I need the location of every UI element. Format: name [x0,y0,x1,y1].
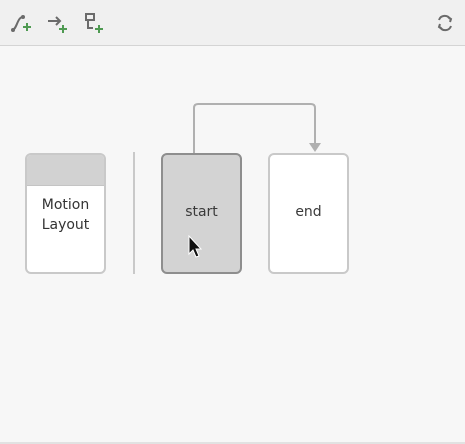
constraint-set-end[interactable]: end [268,153,349,274]
constraint-set-label: end [295,204,322,220]
divider [133,152,135,274]
create-constraint-set-icon[interactable] [82,11,106,35]
constraint-set-label: start [185,204,218,220]
overview-canvas: Motion Layout start end [0,46,465,442]
create-transition-icon[interactable] [9,11,33,35]
motion-layout-label: Motion Layout [41,197,90,233]
cycle-icon[interactable] [433,11,457,35]
mouse-cursor-icon [188,235,203,258]
toolbar [0,0,465,46]
motion-layout-box[interactable]: Motion Layout [25,153,106,274]
motion-layout-header [27,155,104,186]
motion-editor-window: Motion Layout start end [0,0,465,444]
create-click-handler-icon[interactable] [46,11,70,35]
